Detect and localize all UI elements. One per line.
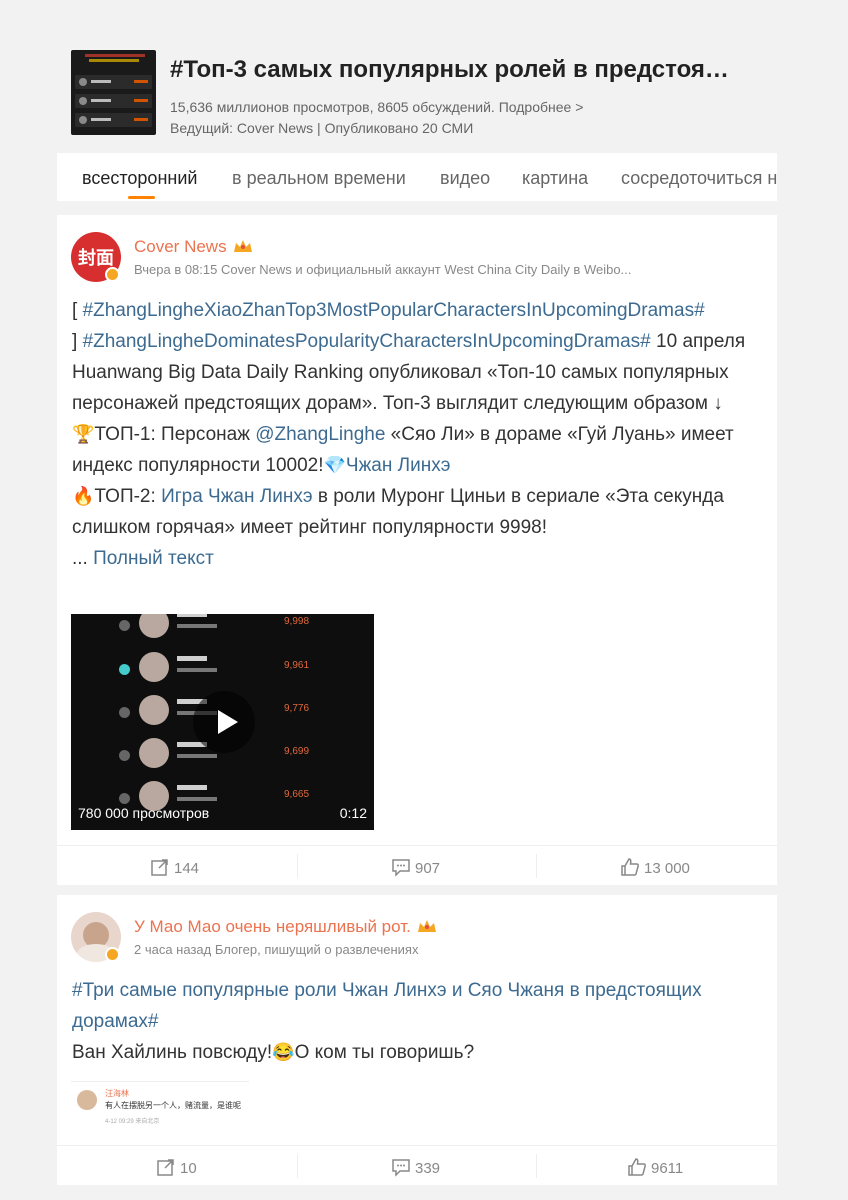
video-views: 780 000 просмотров: [78, 805, 210, 821]
trophy-icon: 🏆: [72, 424, 95, 444]
crown-icon: [417, 920, 436, 932]
repost-button[interactable]: 144: [150, 857, 199, 877]
like-button[interactable]: 13 000: [620, 857, 690, 877]
topic-title: #Топ-3 самых популярных ролей в предстоя…: [170, 56, 729, 83]
topic-stats[interactable]: 15,636 миллионов просмотров, 8605 обсужд…: [170, 99, 583, 115]
embedded-image[interactable]: 汪海林 有人在摆脱另一个人，赌流量，是谁呢 4-12 09:29 来自北京: [71, 1081, 249, 1130]
full-text-link[interactable]: Полный текст: [93, 548, 214, 569]
verified-badge-icon: [105, 947, 120, 962]
hashtag-link[interactable]: #ZhangLingheDominatesPopularityCharacter…: [83, 331, 651, 352]
mention-link[interactable]: @ZhangLinghe: [255, 424, 385, 445]
comment-icon: [392, 1159, 410, 1177]
tab-realtime[interactable]: в реальном времени: [232, 168, 406, 189]
embedded-text: 有人在摆脱另一个人，赌流量，是谁呢: [105, 1101, 241, 1110]
super-topic-link[interactable]: Игра Чжан Линхэ: [161, 486, 312, 507]
post-text: #Три самые популярные роли Чжан Линхэ и …: [72, 980, 702, 1063]
author-name[interactable]: Cover News: [134, 237, 254, 257]
repost-button[interactable]: 10: [156, 1157, 197, 1177]
hashtag-link[interactable]: #ZhangLingheXiaoZhanTop3MostPopularChara…: [83, 300, 705, 321]
topic-host: Ведущий: Cover News | Опубликовано 20 СМ…: [170, 120, 474, 136]
laughing-emoji-icon: 😂: [272, 1042, 295, 1062]
post-card: У Мао Мао очень неряшливый рот. 2 часа н…: [57, 895, 777, 1185]
comment-button[interactable]: 907: [391, 857, 440, 877]
super-topic-link[interactable]: Чжан Линхэ: [346, 455, 450, 476]
verified-badge-icon: [105, 267, 120, 282]
tab-focus[interactable]: сосредоточиться на: [621, 168, 777, 189]
thumbs-up-icon: [628, 1158, 646, 1176]
topic-header: #Топ-3 самых популярных ролей в предстоя…: [71, 50, 791, 136]
tab-video[interactable]: видео: [440, 168, 490, 189]
like-button[interactable]: 9611: [627, 1157, 683, 1177]
post-text: [ #ZhangLingheXiaoZhanTop3MostPopularCha…: [72, 300, 746, 569]
video-duration: 0:12: [339, 805, 367, 821]
active-tab-indicator: [128, 196, 155, 199]
author-name[interactable]: У Мао Мао очень неряшливый рот.: [134, 917, 438, 937]
post-meta: Вчера в 08:15 Cover News и официальный а…: [134, 262, 632, 277]
fire-icon: 🔥: [72, 486, 95, 506]
tab-comprehensive[interactable]: всесторонний: [82, 168, 197, 189]
play-icon: [218, 710, 238, 734]
hashtag-link[interactable]: #Три самые популярные роли Чжан Линхэ и …: [72, 980, 702, 1032]
tab-bar: всесторонний в реальном времени видео ка…: [57, 153, 777, 201]
action-bar: 10 339 9611: [57, 1145, 777, 1186]
tab-pictures[interactable]: картина: [522, 168, 588, 189]
embedded-author: 汪海林: [105, 1089, 129, 1098]
action-bar: 144 907 13 000: [57, 845, 777, 886]
diamond-icon: 💎: [323, 455, 346, 475]
comment-icon: [392, 859, 410, 877]
post-card: 封面 Cover News Вчера в 08:15 Cover News и…: [57, 215, 777, 885]
thumbs-up-icon: [621, 858, 639, 876]
embedded-meta: 4-12 09:29 来自北京: [105, 1119, 160, 1125]
repost-icon: [157, 1159, 174, 1176]
comment-button[interactable]: 339: [391, 1157, 440, 1177]
post-meta: 2 часа назад Блогер, пишущий о развлечен…: [134, 942, 419, 957]
topic-thumbnail[interactable]: [71, 50, 156, 135]
avatar: [77, 1090, 97, 1110]
repost-icon: [151, 859, 168, 876]
crown-icon: [233, 240, 252, 252]
video-player[interactable]: 9,998 9,961 9,776 9,699 9,665 780 000 пр…: [71, 614, 374, 830]
